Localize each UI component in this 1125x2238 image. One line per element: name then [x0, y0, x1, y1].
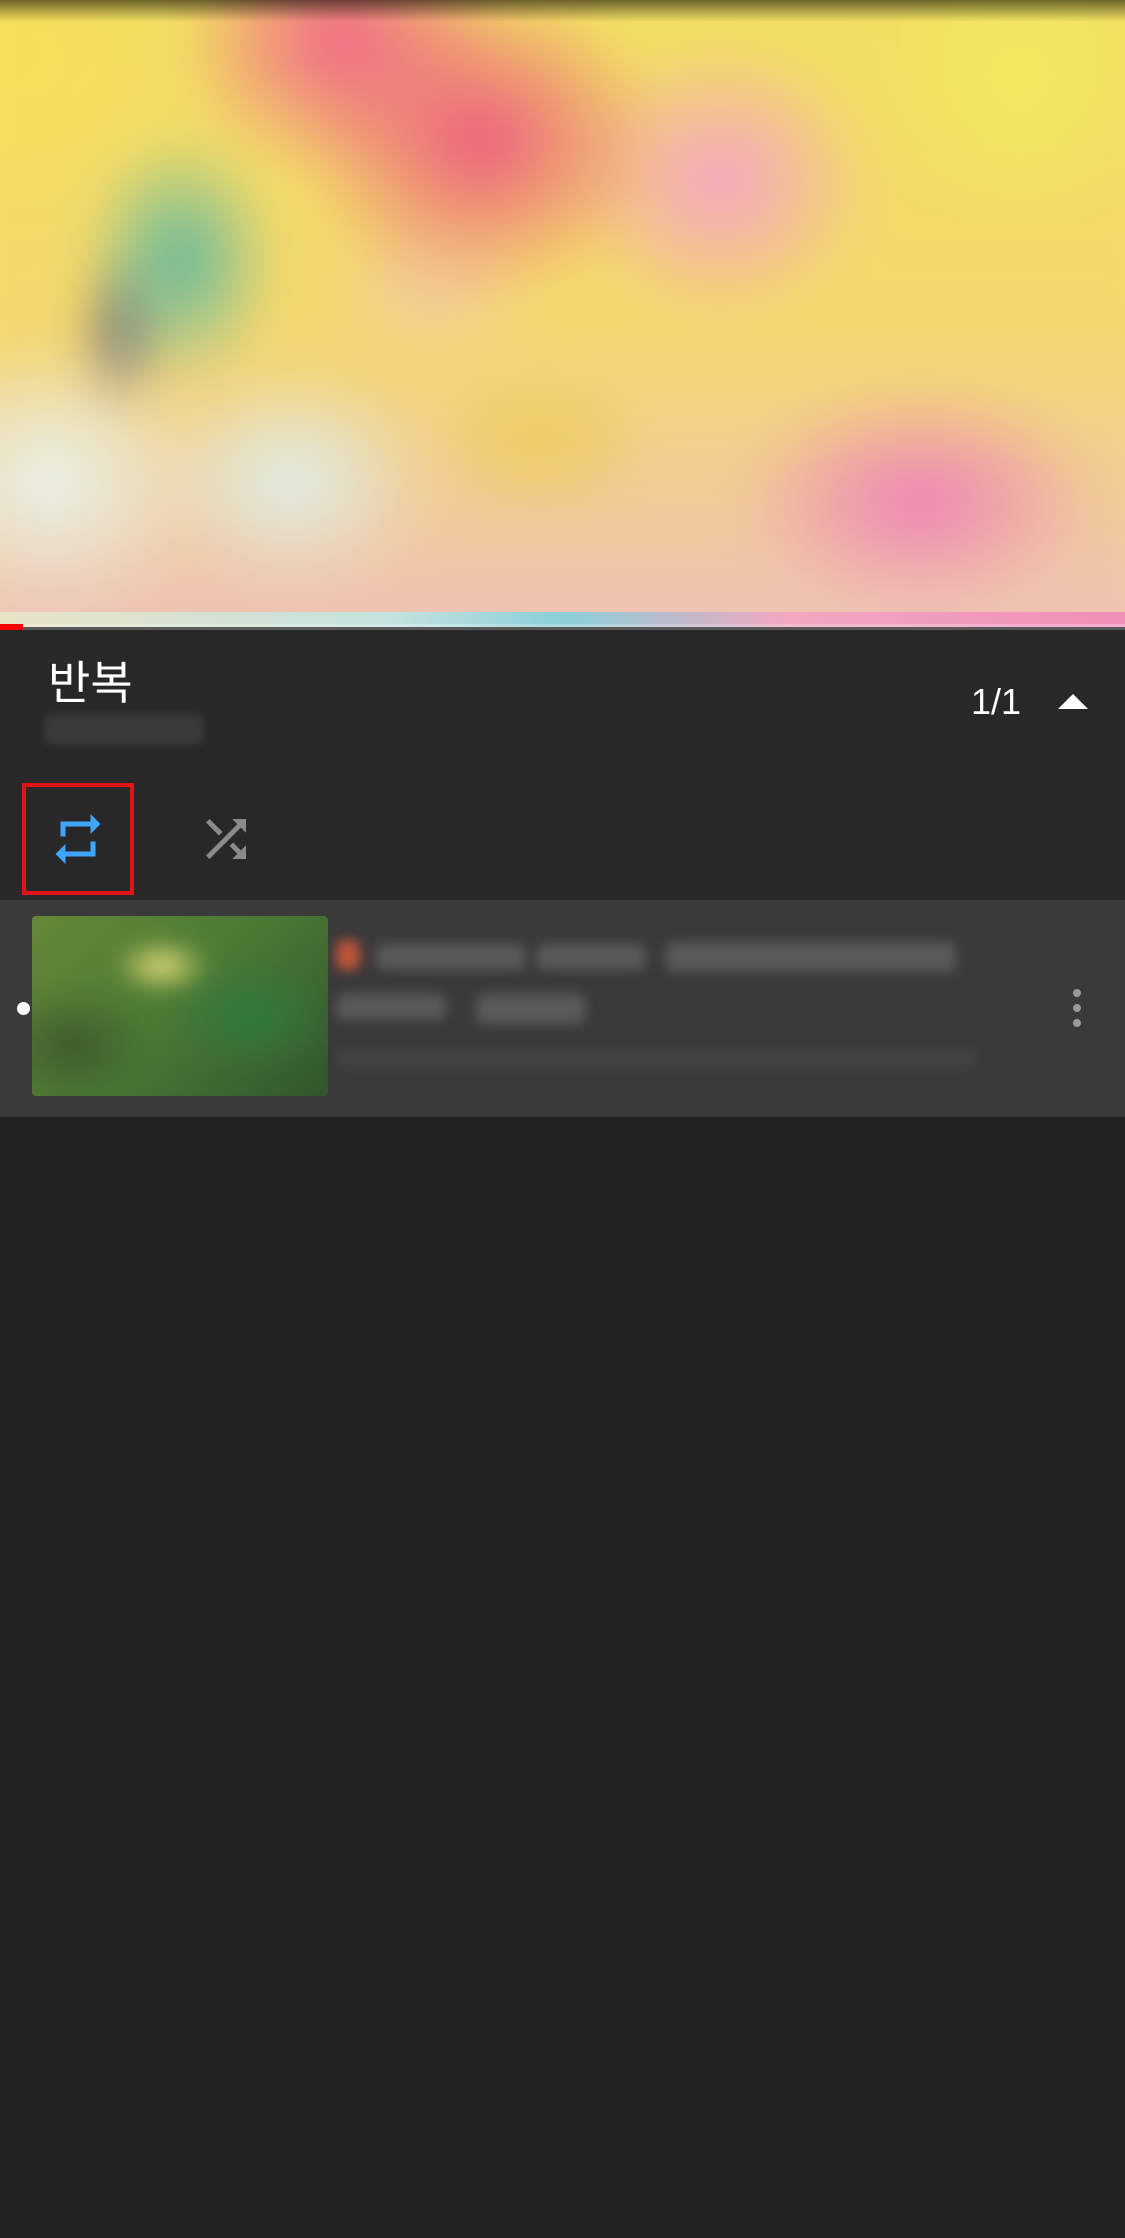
- more-vert-icon: [1073, 989, 1081, 997]
- shuffle-icon: [206, 819, 246, 859]
- playlist-subtitle-redacted: [44, 714, 204, 744]
- app-screen: 반복 1/1: [0, 0, 1125, 2238]
- top-gradient: [0, 0, 1125, 22]
- playlist-title: 반복: [48, 657, 133, 709]
- video-thumbnail: [32, 916, 328, 1096]
- caret-up-icon: [1058, 694, 1088, 709]
- collapse-button[interactable]: [1041, 670, 1105, 734]
- video-frame: [0, 0, 1125, 627]
- playlist-position: 1/1: [970, 681, 1021, 722]
- loop-button[interactable]: [22, 783, 134, 895]
- repeat-icon: [55, 814, 101, 864]
- shuffle-button[interactable]: [170, 783, 282, 895]
- video-player[interactable]: [0, 0, 1125, 627]
- playlist-header: 반복 1/1: [0, 630, 1125, 760]
- playlist-controls: [0, 760, 1125, 900]
- playlist-item[interactable]: [0, 900, 1125, 1117]
- now-playing-indicator: [17, 1002, 30, 1015]
- video-title-redacted: [336, 930, 976, 1080]
- more-options-button[interactable]: [1045, 976, 1109, 1040]
